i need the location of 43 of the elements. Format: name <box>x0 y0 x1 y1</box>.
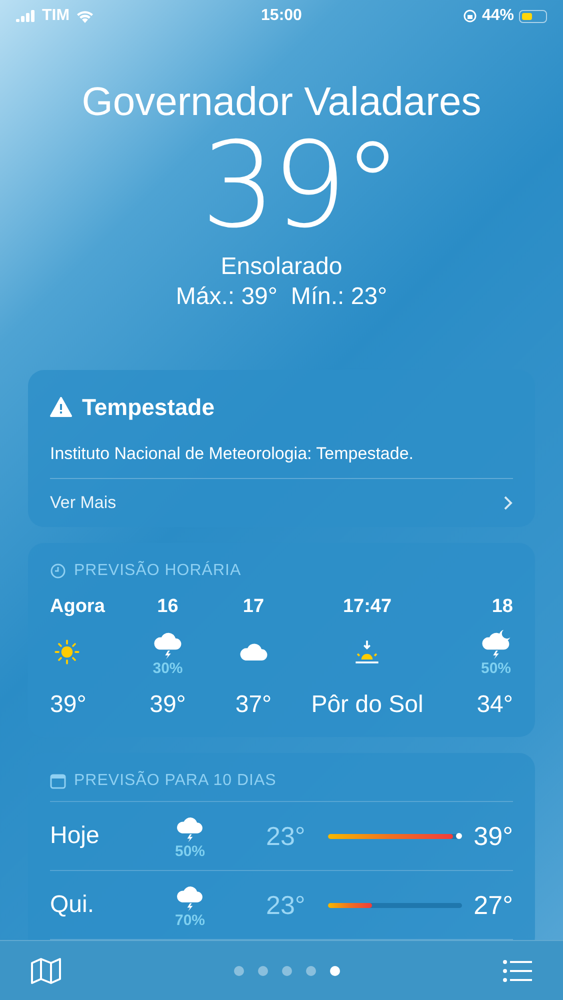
alert-message: Instituto Nacional de Meteorologia: Tempestade. <box>50 440 513 479</box>
alert-title: Tempestade <box>82 393 215 422</box>
hour-temperature: 39° <box>150 690 186 720</box>
wifi-icon <box>76 10 94 22</box>
low-temperature: 23° <box>266 888 306 922</box>
hour-temperature: 39° <box>50 690 86 720</box>
low-temperature: 23° <box>266 820 306 852</box>
calendar-icon <box>50 774 66 788</box>
see-more-link[interactable]: Ver Mais <box>50 479 513 527</box>
current-temperature: 39° <box>200 126 398 244</box>
hour-label: 17 <box>242 595 264 619</box>
weather-condition: Ensolarado <box>220 252 342 282</box>
map-icon <box>30 956 62 984</box>
hour-label: 16 <box>157 595 178 619</box>
thunderstorm-night-icon <box>479 627 513 661</box>
day-label: Hoje <box>50 821 100 851</box>
precipitation-chance: 70% <box>174 913 206 929</box>
day-label: Qui. <box>50 890 96 920</box>
hour-label: 17:47 <box>342 595 392 619</box>
warning-icon <box>50 397 72 418</box>
rotation-lock-icon <box>462 9 477 23</box>
city-name: Governador Valadares <box>82 79 482 126</box>
clock-icon <box>50 563 66 579</box>
battery-percentage: 44% <box>482 6 514 26</box>
section-title: PREVISÃO PARA 10 DIAS <box>74 770 276 791</box>
hour-temperature: 37° <box>235 690 272 720</box>
precipitation-chance: 50% <box>480 661 512 677</box>
signal-icon <box>16 10 36 22</box>
section-title: PREVISÃO HORÁRIA <box>74 560 242 581</box>
hour-temperature: Pôr do Sol <box>311 690 424 720</box>
precipitation-chance: 50% <box>174 844 206 860</box>
chevron-right-icon <box>503 495 513 511</box>
clock-time: 15:00 <box>261 6 302 26</box>
battery-icon <box>518 10 547 22</box>
carrier-name: TIM <box>42 6 70 26</box>
hour-label: 18 <box>492 595 513 619</box>
high-low-temperature: Máx.: 39° Mín.: 23° <box>176 282 388 312</box>
high-temperature: 39° <box>474 820 513 852</box>
hour-label: Agora <box>50 595 105 619</box>
high-temperature: 27° <box>474 888 513 922</box>
hour-temperature: 34° <box>476 690 513 720</box>
precipitation-chance: 30% <box>152 661 183 677</box>
list-icon <box>502 958 532 982</box>
